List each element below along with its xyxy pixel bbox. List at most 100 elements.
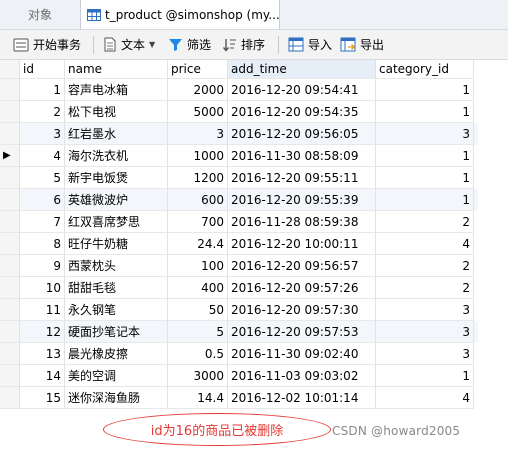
table-row[interactable]: ▶ 4 海尔洗衣机 1000 2016-11-30 08:58:09 1 bbox=[0, 145, 478, 167]
table-row[interactable]: 11 永久钢笔 50 2016-12-20 09:57:30 3 bbox=[0, 299, 478, 321]
row-indicator[interactable]: ▶ bbox=[0, 145, 20, 167]
row-indicator[interactable] bbox=[0, 167, 20, 189]
cell-price[interactable]: 1000 bbox=[168, 145, 228, 167]
cell-category-id[interactable]: 3 bbox=[376, 343, 474, 365]
cell-add-time[interactable]: 2016-12-20 10:00:11 bbox=[228, 233, 376, 255]
cell-category-id[interactable]: 3 bbox=[376, 123, 474, 145]
cell-name[interactable]: 甜甜毛毯 bbox=[65, 277, 168, 299]
sort-button[interactable]: 排序 bbox=[222, 30, 265, 59]
table-row[interactable]: 7 红双喜席梦思 700 2016-11-28 08:59:38 2 bbox=[0, 211, 478, 233]
cell-add-time[interactable]: 2016-11-28 08:59:38 bbox=[228, 211, 376, 233]
row-indicator[interactable] bbox=[0, 233, 20, 255]
cell-add-time[interactable]: 2016-12-20 09:54:35 bbox=[228, 101, 376, 123]
cell-add-time[interactable]: 2016-12-20 09:56:05 bbox=[228, 123, 376, 145]
tab-objects[interactable]: 对象 bbox=[0, 0, 80, 29]
table-row[interactable]: 8 旺仔牛奶糖 24.4 2016-12-20 10:00:11 4 bbox=[0, 233, 478, 255]
begin-transaction-button[interactable]: 开始事务 bbox=[13, 30, 81, 59]
cell-price[interactable]: 3000 bbox=[168, 365, 228, 387]
table-row[interactable]: 10 甜甜毛毯 400 2016-12-20 09:57:26 2 bbox=[0, 277, 478, 299]
cell-price[interactable]: 3 bbox=[168, 123, 228, 145]
cell-price[interactable]: 50 bbox=[168, 299, 228, 321]
cell-id[interactable]: 3 bbox=[20, 123, 65, 145]
row-indicator[interactable] bbox=[0, 365, 20, 387]
cell-name[interactable]: 红岩墨水 bbox=[65, 123, 168, 145]
filter-button[interactable]: 筛选 bbox=[168, 30, 211, 59]
cell-add-time[interactable]: 2016-11-03 09:03:02 bbox=[228, 365, 376, 387]
cell-category-id[interactable]: 1 bbox=[376, 365, 474, 387]
row-indicator[interactable] bbox=[0, 79, 20, 101]
tab-t-product[interactable]: t_product @simonshop (my... bbox=[80, 0, 280, 29]
cell-id[interactable]: 5 bbox=[20, 167, 65, 189]
text-view-button[interactable]: 文本 ▼ bbox=[103, 30, 155, 59]
cell-category-id[interactable]: 1 bbox=[376, 189, 474, 211]
cell-id[interactable]: 15 bbox=[20, 387, 65, 409]
cell-category-id[interactable]: 2 bbox=[376, 277, 474, 299]
cell-add-time[interactable]: 2016-12-20 09:57:26 bbox=[228, 277, 376, 299]
table-row[interactable]: 12 硬面抄笔记本 5 2016-12-20 09:57:53 3 bbox=[0, 321, 478, 343]
cell-category-id[interactable]: 1 bbox=[376, 101, 474, 123]
cell-add-time[interactable]: 2016-12-20 09:57:53 bbox=[228, 321, 376, 343]
cell-name[interactable]: 西蒙枕头 bbox=[65, 255, 168, 277]
cell-price[interactable]: 2000 bbox=[168, 79, 228, 101]
cell-name[interactable]: 旺仔牛奶糖 bbox=[65, 233, 168, 255]
cell-add-time[interactable]: 2016-12-20 09:55:11 bbox=[228, 167, 376, 189]
row-indicator[interactable] bbox=[0, 189, 20, 211]
cell-price[interactable]: 1200 bbox=[168, 167, 228, 189]
cell-price[interactable]: 700 bbox=[168, 211, 228, 233]
table-row[interactable]: 14 美的空调 3000 2016-11-03 09:03:02 1 bbox=[0, 365, 478, 387]
cell-add-time[interactable]: 2016-12-20 09:54:41 bbox=[228, 79, 376, 101]
cell-add-time[interactable]: 2016-12-20 09:55:39 bbox=[228, 189, 376, 211]
table-row[interactable]: 9 西蒙枕头 100 2016-12-20 09:56:57 2 bbox=[0, 255, 478, 277]
table-row[interactable]: 3 红岩墨水 3 2016-12-20 09:56:05 3 bbox=[0, 123, 478, 145]
export-button[interactable]: 导出 bbox=[340, 30, 384, 59]
cell-price[interactable]: 600 bbox=[168, 189, 228, 211]
cell-id[interactable]: 13 bbox=[20, 343, 65, 365]
cell-add-time[interactable]: 2016-12-20 09:56:57 bbox=[228, 255, 376, 277]
column-header-price[interactable]: price bbox=[168, 60, 228, 79]
column-header-name[interactable]: name bbox=[65, 60, 168, 79]
cell-price[interactable]: 5000 bbox=[168, 101, 228, 123]
cell-name[interactable]: 晨光橡皮擦 bbox=[65, 343, 168, 365]
cell-price[interactable]: 14.4 bbox=[168, 387, 228, 409]
cell-id[interactable]: 8 bbox=[20, 233, 65, 255]
cell-add-time[interactable]: 2016-12-20 09:57:30 bbox=[228, 299, 376, 321]
cell-id[interactable]: 7 bbox=[20, 211, 65, 233]
cell-name[interactable]: 美的空调 bbox=[65, 365, 168, 387]
cell-id[interactable]: 6 bbox=[20, 189, 65, 211]
column-header-category-id[interactable]: category_id bbox=[376, 60, 474, 79]
cell-category-id[interactable]: 4 bbox=[376, 233, 474, 255]
row-indicator[interactable] bbox=[0, 255, 20, 277]
cell-category-id[interactable]: 3 bbox=[376, 321, 474, 343]
cell-name[interactable]: 新宇电饭煲 bbox=[65, 167, 168, 189]
row-indicator[interactable] bbox=[0, 277, 20, 299]
cell-name[interactable]: 英雄微波炉 bbox=[65, 189, 168, 211]
row-indicator[interactable] bbox=[0, 211, 20, 233]
cell-price[interactable]: 24.4 bbox=[168, 233, 228, 255]
row-indicator[interactable] bbox=[0, 101, 20, 123]
cell-category-id[interactable]: 1 bbox=[376, 167, 474, 189]
cell-category-id[interactable]: 1 bbox=[376, 145, 474, 167]
cell-price[interactable]: 5 bbox=[168, 321, 228, 343]
cell-id[interactable]: 10 bbox=[20, 277, 65, 299]
cell-name[interactable]: 松下电视 bbox=[65, 101, 168, 123]
cell-name[interactable]: 硬面抄笔记本 bbox=[65, 321, 168, 343]
table-row[interactable]: 1 容声电冰箱 2000 2016-12-20 09:54:41 1 bbox=[0, 79, 478, 101]
cell-id[interactable]: 1 bbox=[20, 79, 65, 101]
cell-id[interactable]: 11 bbox=[20, 299, 65, 321]
row-indicator[interactable] bbox=[0, 123, 20, 145]
cell-category-id[interactable]: 1 bbox=[376, 79, 474, 101]
table-row[interactable]: 15 迷你深海鱼肠 14.4 2016-12-02 10:01:14 4 bbox=[0, 387, 478, 409]
cell-name[interactable]: 容声电冰箱 bbox=[65, 79, 168, 101]
cell-category-id[interactable]: 4 bbox=[376, 387, 474, 409]
cell-name[interactable]: 永久钢笔 bbox=[65, 299, 168, 321]
row-indicator[interactable] bbox=[0, 387, 20, 409]
table-row[interactable]: 13 晨光橡皮擦 0.5 2016-11-30 09:02:40 3 bbox=[0, 343, 478, 365]
row-indicator[interactable] bbox=[0, 343, 20, 365]
column-header-id[interactable]: id bbox=[20, 60, 65, 79]
table-row[interactable]: 5 新宇电饭煲 1200 2016-12-20 09:55:11 1 bbox=[0, 167, 478, 189]
cell-id[interactable]: 2 bbox=[20, 101, 65, 123]
table-row[interactable]: 2 松下电视 5000 2016-12-20 09:54:35 1 bbox=[0, 101, 478, 123]
cell-category-id[interactable]: 2 bbox=[376, 211, 474, 233]
cell-add-time[interactable]: 2016-11-30 08:58:09 bbox=[228, 145, 376, 167]
cell-category-id[interactable]: 3 bbox=[376, 299, 474, 321]
